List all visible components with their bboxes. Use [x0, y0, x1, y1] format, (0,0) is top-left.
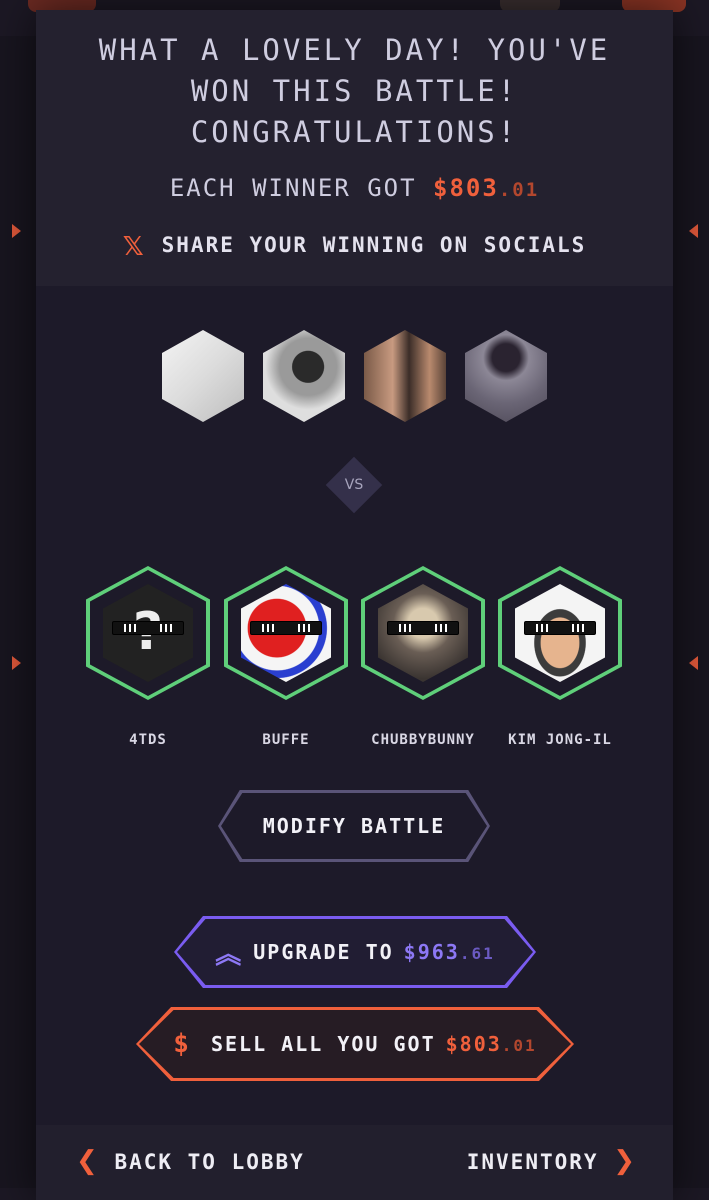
dollar-icon: $ — [173, 1029, 191, 1059]
arrow-right-icon — [12, 656, 21, 670]
upgrade-dollars: $963 — [403, 940, 460, 964]
sell-all-button[interactable]: $ SELL ALL YOU GOT $803.01 — [136, 1007, 574, 1081]
winner-avatar — [361, 566, 485, 700]
background-right-panel — [671, 36, 709, 1200]
share-label: SHARE YOUR WINNING ON SOCIALS — [161, 233, 587, 257]
opponent-avatar — [465, 330, 547, 422]
result-title: WHAT A LOVELY DAY! YOU'VE WON THIS BATTL… — [98, 33, 611, 149]
battle-result-modal: WHAT A LOVELY DAY! YOU'VE WON THIS BATTL… — [36, 10, 673, 1200]
arrow-right-icon — [12, 224, 21, 238]
winner-avatar — [498, 566, 622, 700]
sell-cents: .01 — [501, 1036, 537, 1055]
upgrade-amount: $963.61 — [404, 940, 495, 964]
modify-battle-button[interactable]: MODIFY BATTLE — [218, 790, 490, 862]
opponent-avatar — [162, 330, 244, 422]
upgrade-cents: .61 — [459, 944, 495, 963]
opponent-avatar — [263, 330, 345, 422]
chevron-left-icon: ❮ — [76, 1146, 100, 1176]
arrow-left-icon — [689, 656, 698, 670]
prize-cents: .01 — [498, 179, 540, 201]
chevron-right-icon: ❯ — [613, 1146, 637, 1176]
button-label-group: MODIFY BATTLE — [263, 814, 446, 838]
x-social-icon: 𝕏 — [122, 232, 146, 262]
sunglasses-icon — [113, 622, 183, 634]
prize-dollars: $803 — [433, 174, 499, 202]
sunglasses-icon — [388, 622, 458, 634]
sell-label: SELL ALL YOU GOT — [210, 1032, 436, 1056]
winner-name: 4TDS — [129, 732, 167, 748]
winner-name: CHUBBYBUNNY — [371, 732, 475, 748]
sell-dollars: $803 — [445, 1032, 502, 1056]
upgrade-label: UPGRADE TO — [253, 940, 394, 964]
back-to-lobby-link[interactable]: ❮ BACK TO LOBBY — [76, 1146, 305, 1176]
background-left-panel — [0, 36, 38, 1200]
arrow-left-icon — [689, 224, 698, 238]
winner-name: BUFFE — [262, 732, 310, 748]
winner-avatar — [224, 566, 348, 700]
inventory-label: INVENTORY — [466, 1150, 599, 1174]
button-label-group: $ SELL ALL YOU GOT $803.01 — [173, 1029, 536, 1059]
sunglasses-icon — [251, 622, 321, 634]
inventory-link[interactable]: INVENTORY ❯ — [467, 1146, 637, 1176]
winner-avatar: ? — [86, 566, 210, 700]
share-socials-link[interactable]: 𝕏 SHARE YOUR WINNING ON SOCIALS — [36, 232, 673, 262]
winner-name: KIM JONG-IL — [508, 732, 612, 748]
button-label-group: ︽ UPGRADE TO $963.61 — [215, 934, 495, 971]
prize-amount: $803.01 — [433, 174, 539, 202]
sunglasses-icon — [525, 622, 595, 634]
prize-prefix: EACH WINNER GOT — [169, 174, 417, 202]
sell-amount: $803.01 — [446, 1032, 537, 1056]
double-chevron-up-icon: ︽ — [215, 939, 244, 970]
vs-label: VS — [344, 477, 364, 493]
upgrade-button[interactable]: ︽ UPGRADE TO $963.61 — [174, 916, 536, 988]
back-to-lobby-label: BACK TO LOBBY — [114, 1150, 305, 1174]
opponent-avatar — [364, 330, 446, 422]
prize-line: EACH WINNER GOT $803.01 — [36, 174, 673, 202]
modify-battle-label: MODIFY BATTLE — [262, 814, 446, 838]
